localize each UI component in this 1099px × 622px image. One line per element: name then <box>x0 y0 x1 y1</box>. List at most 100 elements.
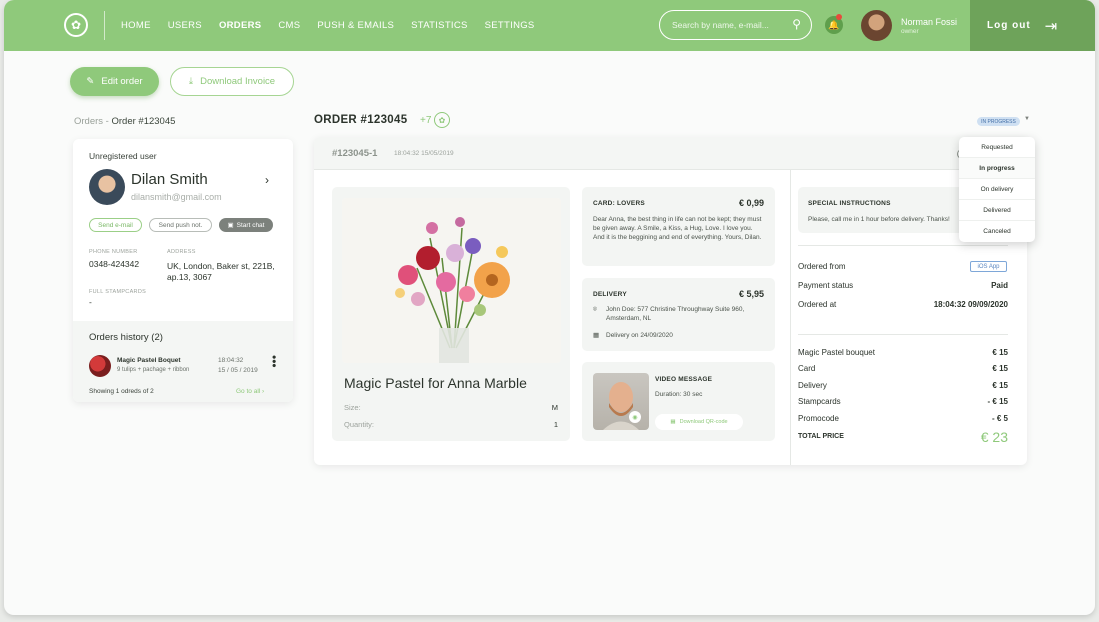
stampcards-value: - <box>89 297 92 307</box>
line-item-label: Promocode <box>798 414 839 423</box>
go-to-all-link[interactable]: Go to all › <box>236 388 264 395</box>
eye-icon[interactable]: ◉ <box>629 411 641 423</box>
suborder-date: 18:04:32 15/05/2019 <box>394 150 454 157</box>
top-navbar: ✿ HOME USERS ORDERS CMS PUSH & EMAILS ST… <box>4 0 1095 51</box>
qr-code-icon: ▦ <box>670 419 676 425</box>
order-card: #123045-1 18:04:32 15/05/2019 Magic Past… <box>314 137 1027 465</box>
line-item-label: Card <box>798 364 816 373</box>
logout-button[interactable]: Log out ⇥ <box>970 0 1095 51</box>
search-box: ⚲ <box>659 10 812 40</box>
customer-email: dilansmith@gmail.com <box>131 192 222 202</box>
edit-order-button[interactable]: ✎ Edit order <box>70 67 159 96</box>
special-instructions-label: SPECIAL INSTRUCTIONS <box>808 200 891 207</box>
breadcrumb-current: Order #123045 <box>111 116 176 127</box>
video-label: VIDEO MESSAGE <box>655 376 713 383</box>
status-badge[interactable]: IN PROGRESS <box>977 117 1020 126</box>
delivery-price: € 5,95 <box>738 289 764 299</box>
stampcards-label: FULL STAMPCARDS <box>89 289 147 295</box>
main-nav: HOME USERS ORDERS CMS PUSH & EMAILS STAT… <box>121 0 535 51</box>
card-price: € 0,99 <box>738 198 764 208</box>
ordered-from-label: Ordered from <box>798 262 846 271</box>
divider <box>104 11 105 40</box>
order-title: ORDER #123045 <box>314 114 408 126</box>
status-option-in-progress[interactable]: In progress <box>959 158 1035 179</box>
size-value: M <box>551 403 558 412</box>
logout-icon: ⇥ <box>1044 17 1059 35</box>
history-item-desc: 9 tulips + pachage + ribbon <box>117 367 190 373</box>
history-item-time: 18:04:32 <box>218 357 244 364</box>
orders-history-title: Orders history (2) <box>89 332 163 343</box>
payment-status-value: Paid <box>991 281 1008 290</box>
nav-cms[interactable]: CMS <box>278 20 300 31</box>
nav-orders[interactable]: ORDERS <box>219 20 261 31</box>
notification-dot <box>836 14 842 20</box>
card-box: CARD: LOVERS € 0,99 Dear Anna, the best … <box>582 187 775 266</box>
download-qr-button[interactable]: ▦ Download QR-code <box>655 414 743 430</box>
delivery-address: John Doe: 577 Christine Throughway Suite… <box>606 306 745 322</box>
line-item-value: - € 5 <box>991 414 1008 423</box>
total-price-label: TOTAL PRICE <box>798 433 844 440</box>
search-icon[interactable]: ⚲ <box>792 17 801 31</box>
line-item-label: Delivery <box>798 381 827 390</box>
chevron-right-icon[interactable]: › <box>265 173 269 187</box>
flower-logo-icon[interactable]: ✿ <box>64 13 88 37</box>
status-dropdown-menu: Requested In progress On delivery Delive… <box>959 137 1035 242</box>
phone-label: PHONE NUMBER <box>89 249 138 255</box>
calendar-icon: ▦ <box>593 332 600 339</box>
video-message-box: ◉ VIDEO MESSAGE Duration: 30 sec ▦ Downl… <box>582 362 775 441</box>
download-qr-label: Download QR-code <box>679 419 728 425</box>
customer-avatar <box>89 169 125 205</box>
customer-card: Unregistered user Dilan Smith dilansmith… <box>73 139 293 402</box>
line-item-label: Stampcards <box>798 397 841 406</box>
download-invoice-button[interactable]: ⤓ Download Invoice <box>170 67 294 96</box>
product-name: Magic Pastel for Anna Marble <box>344 375 527 391</box>
nav-users[interactable]: USERS <box>168 20 202 31</box>
ordered-at-value: 18:04:32 09/09/2020 <box>933 300 1008 309</box>
order-points: +7 <box>420 115 432 126</box>
column-divider <box>790 170 791 465</box>
history-item-date: 15 / 05 / 2019 <box>218 367 258 374</box>
location-pin-icon: ⌾ <box>593 306 597 313</box>
video-duration: Duration: 30 sec <box>655 391 703 398</box>
phone-value: 0348-424342 <box>89 259 140 269</box>
logout-label: Log out <box>987 20 1031 31</box>
card-label: CARD: LOVERS <box>593 200 645 207</box>
start-chat-button[interactable]: ▣ Start chat <box>219 218 273 232</box>
divider <box>798 245 1008 246</box>
edit-order-label: Edit order <box>101 76 143 87</box>
nav-home[interactable]: HOME <box>121 20 151 31</box>
status-option-requested[interactable]: Requested <box>959 137 1035 158</box>
quantity-value: 1 <box>553 420 558 429</box>
user-avatar[interactable] <box>861 10 892 41</box>
quantity-label: Quantity: <box>344 420 375 429</box>
status-option-canceled[interactable]: Canceled <box>959 221 1035 242</box>
status-option-on-delivery[interactable]: On delivery <box>959 179 1035 200</box>
card-message: Dear Anna, the best thing in life can no… <box>593 216 762 241</box>
video-thumbnail[interactable] <box>593 373 649 430</box>
customer-name: Dilan Smith <box>131 171 208 188</box>
ordered-at-label: Ordered at <box>798 300 837 309</box>
send-email-button[interactable]: Send e-mail <box>89 218 142 232</box>
edit-icon: ✎ <box>86 76 95 87</box>
download-invoice-label: Download Invoice <box>200 76 276 87</box>
search-input[interactable] <box>672 20 787 30</box>
nav-settings[interactable]: SETTINGS <box>485 20 535 31</box>
status-option-delivered[interactable]: Delivered <box>959 200 1035 221</box>
history-item-image <box>89 355 111 377</box>
nav-push-emails[interactable]: PUSH & EMAILS <box>317 20 394 31</box>
user-name: Norman Fossi <box>901 17 958 27</box>
line-item-value: € 15 <box>992 381 1008 390</box>
nav-statistics[interactable]: STATISTICS <box>411 20 467 31</box>
caret-down-icon[interactable]: ▼ <box>1024 116 1030 122</box>
line-item-value: € 15 <box>992 364 1008 373</box>
history-item-name[interactable]: Magic Pastel Boquet <box>117 357 181 364</box>
line-item-value: € 15 <box>992 348 1008 357</box>
send-push-button[interactable]: Send push not. <box>149 218 212 232</box>
suborder-header: #123045-1 18:04:32 15/05/2019 <box>314 137 1027 170</box>
breadcrumb-root[interactable]: Orders <box>74 116 103 127</box>
line-item-label: Magic Pastel bouquet <box>798 348 875 357</box>
suborder-id: #123045-1 <box>332 148 378 159</box>
history-showing: Showing 1 odreds of 2 <box>89 388 154 395</box>
ios-app-badge: iOS App <box>970 261 1007 272</box>
more-vertical-icon[interactable]: ••• <box>267 355 281 368</box>
